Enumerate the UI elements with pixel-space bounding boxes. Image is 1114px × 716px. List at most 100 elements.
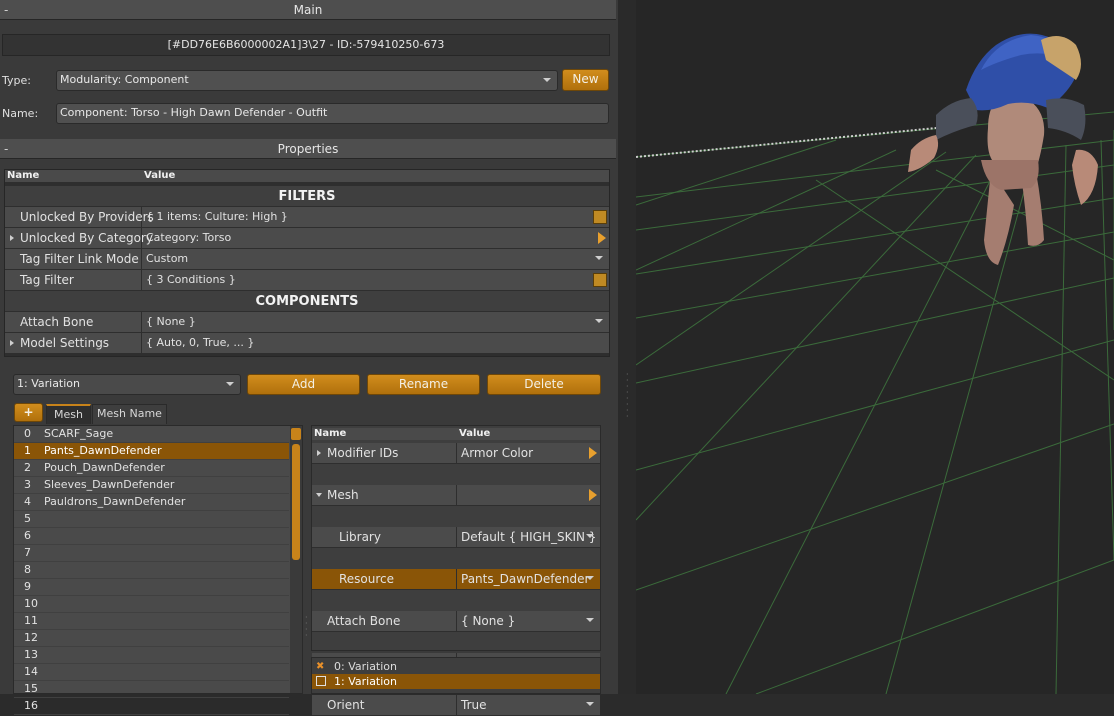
property-name: Modifier IDs (312, 443, 457, 463)
tab-mesh[interactable]: Mesh (46, 404, 91, 424)
variation-dropdown[interactable]: 1: Variation (13, 374, 241, 395)
mesh-label: Pouch_DawnDefender (44, 461, 165, 474)
name-label: Name: (2, 107, 39, 120)
mesh-list-item[interactable]: 9 (14, 579, 289, 596)
rename-button[interactable]: Rename (367, 374, 480, 395)
property-grid-header: Name Value (5, 170, 609, 182)
close-icon[interactable]: ✖ (316, 659, 324, 674)
chevron-down-icon[interactable] (586, 576, 594, 580)
property-value: Pants_DawnDefender (461, 572, 590, 586)
viewport-scene (636, 33, 1114, 694)
name-input[interactable]: Component: Torso - High Dawn Defender - … (56, 103, 609, 124)
mesh-index: 6 (24, 529, 31, 542)
mesh-index: 5 (24, 512, 31, 525)
property-name: Tag Filter Link Mode (5, 249, 142, 269)
add-button[interactable]: Add (247, 374, 360, 395)
mesh-index: 11 (24, 614, 38, 627)
mesh-list-item[interactable]: 5 (14, 511, 289, 528)
chevron-down-icon[interactable] (586, 534, 594, 538)
mesh-index: 7 (24, 546, 31, 559)
mesh-list-item[interactable]: 0 SCARF_Sage (14, 426, 289, 443)
mesh-index: 16 (24, 699, 38, 712)
collapse-icon[interactable]: - (4, 0, 8, 20)
edit-collection-button[interactable] (593, 273, 607, 287)
properties-section-bar[interactable]: - Properties (0, 139, 616, 159)
scroll-top-button[interactable] (291, 428, 301, 440)
mesh-list-item[interactable]: 8 (14, 562, 289, 579)
mesh-prop-modifier-ids[interactable]: Modifier IDs Armor Color (312, 443, 600, 464)
splitter-grip[interactable]: · · · · (305, 614, 309, 640)
property-row-tag-filter[interactable]: Tag Filter { 3 Conditions } (5, 270, 609, 291)
navigate-arrow-icon[interactable] (589, 489, 597, 501)
chevron-down-icon[interactable] (595, 256, 603, 260)
mesh-list: 0 SCARF_Sage 1 Pants_DawnDefender 2 Pouch_Daw… (13, 425, 303, 715)
property-value: Armor Color (461, 446, 534, 460)
mesh-index: 15 (24, 682, 38, 695)
mesh-list-item[interactable]: 6 (14, 528, 289, 545)
mesh-prop-resource[interactable]: Resource Pants_DawnDefender (312, 569, 600, 590)
type-dropdown[interactable]: Modularity: Component (56, 70, 558, 91)
mesh-list-item[interactable]: 12 (14, 630, 289, 647)
property-name: Attach Bone (5, 312, 142, 332)
property-row-model-settings[interactable]: Model Settings { Auto, 0, True, ... } (5, 333, 609, 354)
scrollbar-thumb[interactable] (292, 444, 300, 560)
mesh-list-item[interactable]: 4 Pauldrons_DawnDefender (14, 494, 289, 511)
mesh-label: Sleeves_DawnDefender (44, 478, 175, 491)
mesh-prop-library[interactable]: Library Default { HIGH_SKIN } (312, 527, 600, 548)
mesh-list-item[interactable]: 15 (14, 681, 289, 698)
mesh-index: 12 (24, 631, 38, 644)
property-row-unlocked-by-category[interactable]: Unlocked By Category Category: Torso (5, 228, 609, 249)
collapse-icon[interactable]: - (4, 139, 8, 159)
property-name: Library (312, 527, 457, 547)
mesh-list-item[interactable]: 2 Pouch_DawnDefender (14, 460, 289, 477)
variation-item-selected[interactable]: 1: Variation (312, 674, 600, 689)
left-panel: - Main [#DD76E6B6000002A1]3\27 - ID:-579… (0, 0, 618, 716)
property-value: { 3 Conditions } (146, 273, 236, 286)
add-mesh-button[interactable]: + (14, 403, 43, 422)
property-row-tag-filter-link-mode[interactable]: Tag Filter Link Mode Custom (5, 249, 609, 270)
navigate-arrow-icon[interactable] (589, 447, 597, 459)
navigate-arrow-icon[interactable] (598, 232, 606, 244)
variation-item[interactable]: ✖ 0: Variation (312, 659, 600, 674)
mesh-property-grid: Name Value Modifier IDs Armor Color Mesh… (311, 425, 601, 716)
property-name: Unlocked By Providers (5, 207, 154, 227)
chevron-down-icon[interactable] (586, 618, 594, 622)
splitter-grip-icon: · · · · · · · · (626, 370, 629, 421)
delete-button[interactable]: Delete (487, 374, 601, 395)
mesh-index: 4 (24, 495, 31, 508)
type-value: Modularity: Component (60, 73, 189, 86)
property-row-attach-bone[interactable]: Attach Bone { None } (5, 312, 609, 333)
mesh-list-scrollbar[interactable] (290, 426, 302, 693)
mesh-list-item[interactable]: 13 (14, 647, 289, 664)
mesh-index: 1 (24, 444, 31, 457)
mesh-prop-attach-bone[interactable]: Attach Bone { None } (312, 611, 600, 632)
3d-viewport[interactable] (636, 0, 1114, 694)
property-value: True (461, 698, 487, 712)
mesh-prop-orient[interactable]: Orient True (312, 695, 600, 716)
chevron-down-icon[interactable] (595, 319, 603, 323)
mesh-list-item[interactable]: 11 (14, 613, 289, 630)
chevron-down-icon[interactable] (586, 702, 594, 706)
mesh-list-item[interactable]: 1 Pants_DawnDefender (14, 443, 289, 460)
column-value: Value (144, 170, 176, 181)
mesh-list-item[interactable]: 10 (14, 596, 289, 613)
property-row-unlocked-by-providers[interactable]: Unlocked By Providers { 1 items: Culture… (5, 207, 609, 228)
checkbox-icon[interactable] (316, 676, 326, 686)
variations-list: ✖ 0: Variation 1: Variation (311, 657, 601, 694)
tab-mesh-name[interactable]: Mesh Name (92, 404, 167, 424)
mesh-list-item[interactable]: 3 Sleeves_DawnDefender (14, 477, 289, 494)
mesh-list-item[interactable]: 16 (14, 698, 289, 715)
mesh-list-item[interactable]: 14 (14, 664, 289, 681)
mesh-index: 3 (24, 478, 31, 491)
new-button[interactable]: New (562, 69, 609, 91)
column-name: Name (7, 170, 40, 181)
mesh-index: 2 (24, 461, 31, 474)
panel-splitter[interactable]: · · · · · · · · (618, 0, 636, 694)
column-name: Name (314, 428, 347, 439)
edit-collection-button[interactable] (593, 210, 607, 224)
mesh-list-item[interactable]: 7 (14, 545, 289, 562)
mesh-prop-mesh[interactable]: Mesh (312, 485, 600, 506)
mesh-index: 14 (24, 665, 38, 678)
property-name: Mesh (312, 485, 457, 505)
main-section-bar[interactable]: - Main (0, 0, 616, 20)
